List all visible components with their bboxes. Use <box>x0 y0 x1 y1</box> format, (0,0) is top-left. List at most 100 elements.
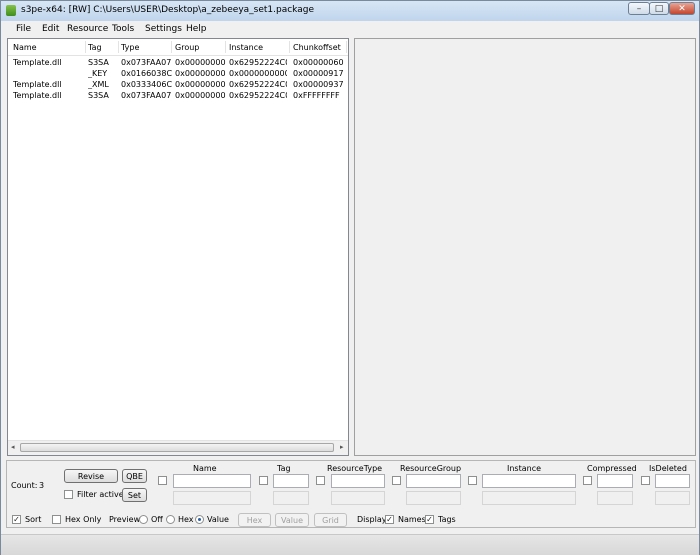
cell-group: 0x00000000 <box>175 80 226 89</box>
filter-tag-field[interactable] <box>273 474 309 488</box>
cell-instance: 0x62952224C0... <box>229 58 287 67</box>
grid-button[interactable]: Grid <box>314 513 347 527</box>
maximize-button[interactable]: □ <box>649 2 669 15</box>
filter-column-name: Name <box>193 464 217 473</box>
filter-name-field[interactable] <box>173 474 251 488</box>
filter-column-resourcetype: ResourceType <box>327 464 383 473</box>
filter-instance-field[interactable] <box>482 474 576 488</box>
cell-type: 0x073FAA07 <box>121 58 172 67</box>
filter-column-compressed: Compressed <box>587 464 637 473</box>
filter-instance-checkbox[interactable] <box>468 476 477 485</box>
preview-hex-radio[interactable] <box>166 515 175 524</box>
resource-list[interactable]: Name Tag Type Group Instance Chunkoffset… <box>7 38 349 456</box>
filter-isdeleted-field[interactable] <box>655 474 690 488</box>
cell-group: 0x00000000 <box>175 58 226 67</box>
sort-checkbox[interactable]: ✓ <box>12 515 21 524</box>
filter-tag-value <box>273 491 309 505</box>
value-button[interactable]: Value <box>275 513 309 527</box>
menu-settings[interactable]: Settings <box>145 24 182 34</box>
tags-label: Tags <box>438 515 456 524</box>
scroll-thumb[interactable] <box>20 443 334 452</box>
column-divider[interactable] <box>171 41 172 53</box>
title-bar: s3pe-x64: [RW] C:\Users\USER\Desktop\a_z… <box>1 1 699 21</box>
filter-column-tag: Tag <box>277 464 291 473</box>
filter-resourcetype-field[interactable] <box>331 474 385 488</box>
filter-tag-checkbox[interactable] <box>259 476 268 485</box>
table-row[interactable]: Template.dll S3SA 0x073FAA07 0x00000000 … <box>8 91 348 102</box>
filter-resourcegroup-checkbox[interactable] <box>392 476 401 485</box>
cell-group: 0x00000000 <box>175 69 226 78</box>
count-value: 3 <box>39 481 45 490</box>
hex-only-checkbox[interactable] <box>52 515 61 524</box>
table-row[interactable]: _KEY 0x0166038C 0x00000000 0x0000000000.… <box>8 69 348 80</box>
qbe-button[interactable]: QBE <box>122 469 147 483</box>
filter-compressed-field[interactable] <box>597 474 633 488</box>
cell-name: Template.dll <box>13 58 62 67</box>
column-header-chunkoffset[interactable]: Chunkoffset <box>293 43 341 52</box>
tags-checkbox[interactable]: ✓ <box>425 515 434 524</box>
column-divider[interactable] <box>118 41 119 53</box>
filter-resourcegroup-field[interactable] <box>406 474 461 488</box>
filter-active-checkbox[interactable] <box>64 490 73 499</box>
cell-chunkoffset: 0x00000937 <box>293 80 344 89</box>
filter-name-value <box>173 491 251 505</box>
filter-resourcegroup-value <box>406 491 461 505</box>
set-button[interactable]: Set <box>122 488 147 502</box>
filter-resourcetype-checkbox[interactable] <box>316 476 325 485</box>
close-button[interactable]: ✕ <box>669 2 695 15</box>
filter-column-instance: Instance <box>507 464 542 473</box>
hex-button[interactable]: Hex <box>238 513 271 527</box>
preview-value-radio[interactable] <box>195 515 204 524</box>
cell-tag: _XML <box>88 80 109 89</box>
filter-compressed-checkbox[interactable] <box>583 476 592 485</box>
column-divider[interactable] <box>225 41 226 53</box>
scroll-left-icon[interactable]: ◂ <box>11 443 15 451</box>
column-header-instance[interactable]: Instance <box>229 43 263 52</box>
cell-type: 0x0166038C <box>121 69 173 78</box>
cell-instance: 0x62952224C0... <box>229 80 287 89</box>
preview-pane <box>354 38 696 456</box>
filter-compressed-value <box>597 491 633 505</box>
scroll-right-icon[interactable]: ▸ <box>340 443 344 451</box>
horizontal-scrollbar[interactable]: ◂ ▸ <box>8 440 348 455</box>
column-header-name[interactable]: Name <box>13 43 37 52</box>
filter-instance-value <box>482 491 576 505</box>
app-window: s3pe-x64: [RW] C:\Users\USER\Desktop\a_z… <box>0 0 700 555</box>
menu-edit[interactable]: Edit <box>42 24 59 34</box>
preview-hex-label: Hex <box>178 515 194 524</box>
filter-resourcetype-value <box>331 491 385 505</box>
cell-instance: 0x62952224C0... <box>229 91 287 100</box>
preview-off-label: Off <box>151 515 163 524</box>
filter-column-isdeleted: IsDeleted <box>649 464 687 473</box>
filter-name-checkbox[interactable] <box>158 476 167 485</box>
preview-off-radio[interactable] <box>139 515 148 524</box>
column-header-group[interactable]: Group <box>175 43 199 52</box>
cell-group: 0x00000000 <box>175 91 226 100</box>
hex-only-label: Hex Only <box>65 515 102 524</box>
column-divider[interactable] <box>85 41 86 53</box>
names-label: Names <box>398 515 426 524</box>
count-label: Count: <box>11 481 38 490</box>
cell-name: Template.dll <box>13 80 62 89</box>
cell-name: Template.dll <box>13 91 62 100</box>
sort-label: Sort <box>25 515 42 524</box>
column-divider[interactable] <box>289 41 290 53</box>
names-checkbox[interactable]: ✓ <box>385 515 394 524</box>
menu-help[interactable]: Help <box>186 24 207 34</box>
cell-chunkoffset: 0xFFFFFFFF <box>293 91 340 100</box>
menu-tools[interactable]: Tools <box>112 24 134 34</box>
filter-isdeleted-value <box>655 491 690 505</box>
revise-button[interactable]: Revise <box>64 469 118 483</box>
display-label: Display: <box>357 515 389 524</box>
column-header-type[interactable]: Type <box>121 43 139 52</box>
column-divider[interactable] <box>346 41 347 53</box>
minimize-button[interactable]: – <box>628 2 650 15</box>
menu-resource[interactable]: Resource <box>67 24 108 34</box>
table-row[interactable]: Template.dll S3SA 0x073FAA07 0x00000000 … <box>8 58 348 69</box>
table-row[interactable]: Template.dll _XML 0x0333406C 0x00000000 … <box>8 80 348 91</box>
filter-isdeleted-checkbox[interactable] <box>641 476 650 485</box>
cell-type: 0x073FAA07 <box>121 91 172 100</box>
window-title: s3pe-x64: [RW] C:\Users\USER\Desktop\a_z… <box>21 5 315 15</box>
menu-file[interactable]: File <box>16 24 31 34</box>
column-header-tag[interactable]: Tag <box>88 43 102 52</box>
